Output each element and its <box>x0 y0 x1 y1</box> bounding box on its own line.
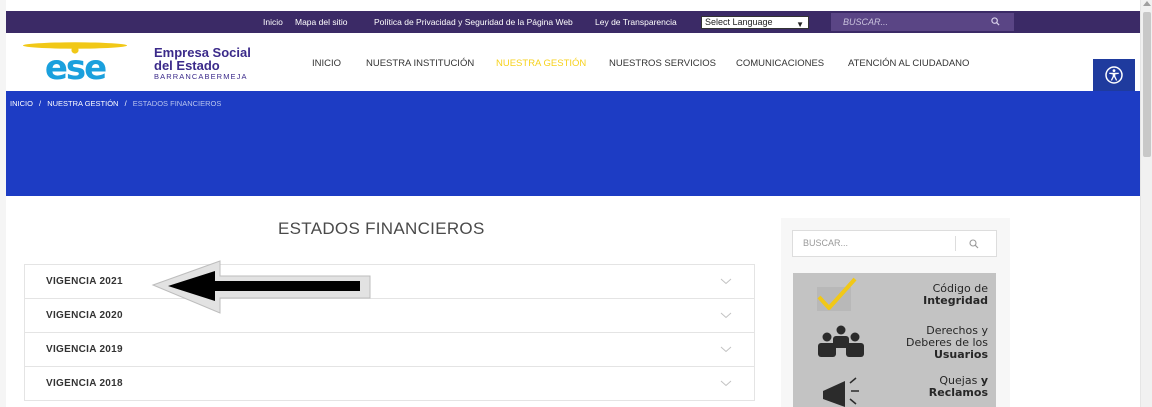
page: Inicio Mapa del sitio Política de Privac… <box>0 0 1152 407</box>
nav-item-atencion-al-ciudadano[interactable]: ATENCIÓN AL CIUDADANO <box>848 58 969 69</box>
breadcrumb-current: ESTADOS FINANCIEROS <box>132 99 222 108</box>
topbar-link-mapa-del-sitio[interactable]: Mapa del sitio <box>295 11 347 33</box>
nav-item-comunicaciones[interactable]: COMUNICACIONES <box>736 58 824 69</box>
sidebar-banners[interactable]: Código de Integridad Derechos y Deberes … <box>793 273 996 407</box>
page-scrollbar[interactable] <box>1140 0 1152 407</box>
sidebar-search-placeholder: BUSCAR... <box>803 238 849 248</box>
users-group-icon <box>818 325 864 357</box>
accordion-item-2020[interactable]: VIGENCIA 2020 <box>24 298 755 333</box>
nav-item-nuestra-institucion[interactable]: NUESTRA INSTITUCIÓN <box>366 58 474 69</box>
accordion-label: VIGENCIA 2018 <box>46 378 123 389</box>
banner-text-bold: Usuarios <box>933 348 988 361</box>
banner-text-bold: Reclamos <box>928 386 988 399</box>
breadcrumb-separator: / <box>124 99 127 108</box>
top-search-placeholder: BUSCAR... <box>843 17 889 27</box>
language-select[interactable]: Select Language ▼ <box>701 16 809 29</box>
ese-logo[interactable]: ese <box>20 41 130 83</box>
brand-city: BARRANCABERMEJA <box>154 72 248 81</box>
search-icon[interactable] <box>991 17 1000 26</box>
accordion-item-2019[interactable]: VIGENCIA 2019 <box>24 332 755 367</box>
topbar-link-ley-transparencia[interactable]: Ley de Transparencia <box>595 11 677 33</box>
scrollbar-thumb[interactable] <box>1143 12 1151 157</box>
sidebar-search-field[interactable]: BUSCAR... <box>792 230 997 257</box>
page-title: ESTADOS FINANCIEROS <box>278 219 485 238</box>
breadcrumb-nuestra-gestion[interactable]: NUESTRA GESTIÓN <box>47 99 118 108</box>
accordion-label: VIGENCIA 2020 <box>46 310 123 321</box>
accordion-item-2018[interactable]: VIGENCIA 2018 <box>24 366 755 401</box>
chevron-down-icon <box>720 346 732 353</box>
chevron-down-icon <box>720 380 732 387</box>
search-divider <box>955 236 956 251</box>
scroll-up-icon[interactable] <box>1143 1 1151 6</box>
chevron-down-icon <box>720 312 732 319</box>
nav-item-nuestra-gestion[interactable]: NUESTRA GESTIÓN <box>496 58 586 69</box>
topbar-link-politica-privacidad[interactable]: Política de Privacidad y Seguridad de la… <box>374 11 573 33</box>
site-header: ese Empresa Social del Estado BARRANCABE… <box>6 33 1140 91</box>
megaphone-icon <box>823 377 859 407</box>
accordion-label: VIGENCIA 2019 <box>46 344 123 355</box>
utility-bar: Inicio Mapa del sitio Política de Privac… <box>6 11 1140 33</box>
topbar-link-inicio[interactable]: Inicio <box>263 11 283 33</box>
breadcrumb-separator: / <box>39 99 42 108</box>
chevron-down-icon <box>720 278 732 285</box>
brand-name-line2: del Estado <box>154 58 220 73</box>
sidebar: BUSCAR... Código de Integridad Derechos … <box>781 218 1010 407</box>
banner-text-bold: Integridad <box>923 294 988 307</box>
breadcrumb-inicio[interactable]: INICIO <box>10 99 33 108</box>
nav-item-inicio[interactable]: INICIO <box>312 58 341 69</box>
svg-text:ese: ese <box>45 48 106 83</box>
banner-codigo-integridad: Código de Integridad <box>923 283 988 307</box>
nav-item-nuestros-servicios[interactable]: NUESTROS SERVICIOS <box>609 58 716 69</box>
top-search-field[interactable]: BUSCAR... <box>831 13 1014 31</box>
checkmark-icon <box>817 277 857 311</box>
accessibility-icon <box>1105 66 1123 84</box>
page-hero: INICIO / NUESTRA GESTIÓN / ESTADOS FINAN… <box>6 91 1140 196</box>
search-icon[interactable] <box>969 239 979 249</box>
chevron-down-icon: ▼ <box>796 20 804 29</box>
breadcrumb: INICIO / NUESTRA GESTIÓN / ESTADOS FINAN… <box>10 99 221 108</box>
accessibility-button[interactable] <box>1093 59 1135 91</box>
arrow-pointer-icon <box>151 260 371 314</box>
banner-quejas-reclamos: Quejas y Reclamos <box>929 375 988 399</box>
language-select-value: Select Language <box>705 17 773 27</box>
banner-derechos-deberes: Derechos y Deberes de los Usuarios <box>906 325 988 361</box>
accordion-item-2021[interactable]: VIGENCIA 2021 <box>24 264 755 299</box>
accordion-label: VIGENCIA 2021 <box>46 276 123 287</box>
